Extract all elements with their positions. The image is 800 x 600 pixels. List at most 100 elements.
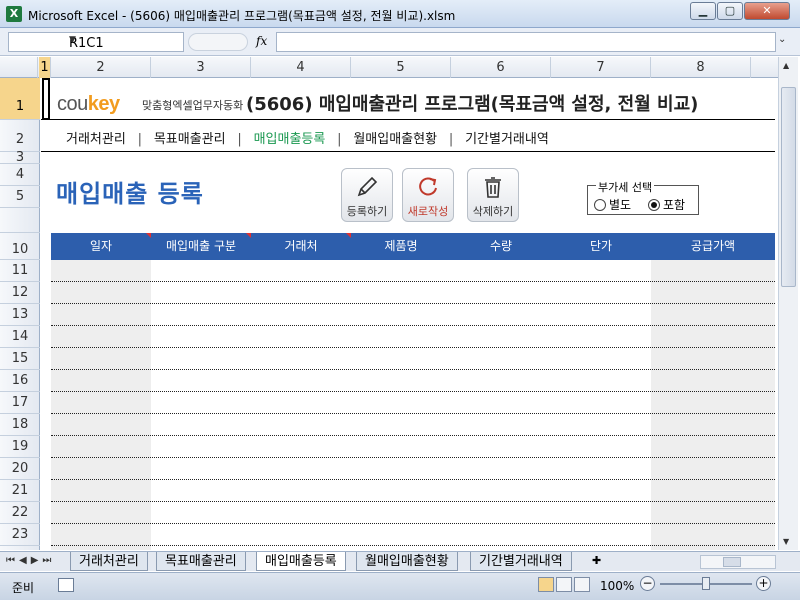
name-box[interactable]: R1C1 ▼ <box>8 32 184 52</box>
table-row[interactable] <box>51 524 775 546</box>
brand-logo-part-a: cou <box>57 93 88 115</box>
row-header-1[interactable]: 1 <box>0 78 40 120</box>
column-header-7[interactable]: 7 <box>551 57 651 78</box>
table-row[interactable] <box>51 370 775 392</box>
formula-input[interactable] <box>276 32 776 52</box>
vertical-scrollbar[interactable]: ▲ ▼ <box>778 57 798 550</box>
table-row[interactable] <box>51 304 775 326</box>
table-row[interactable] <box>51 458 775 480</box>
row-header-10[interactable]: 10 <box>0 233 40 260</box>
row-header-3[interactable]: 3 <box>0 151 40 164</box>
brand-tagline: 맞춤형엑셀업무자동화 <box>142 99 244 112</box>
minimize-button[interactable]: ▁ <box>690 2 716 20</box>
divider <box>41 151 775 152</box>
menu-separator: | <box>337 132 342 147</box>
row-header-21[interactable]: 21 <box>0 480 40 502</box>
header-quantity: 수량 <box>489 239 513 253</box>
column-header-4[interactable]: 4 <box>251 57 351 78</box>
comment-marker-triangle <box>146 233 151 238</box>
tab-clients[interactable]: 거래처관리 <box>70 552 148 571</box>
zoom-slider-thumb[interactable] <box>702 577 710 590</box>
table-row[interactable] <box>51 326 775 348</box>
new-button[interactable]: 새로작성 <box>402 168 454 222</box>
scrollbar-thumb[interactable] <box>781 87 796 287</box>
register-button-label: 등록하기 <box>346 205 388 218</box>
radio-checked-icon[interactable] <box>648 199 660 211</box>
tab-target-sales[interactable]: 목표매출관리 <box>156 552 246 571</box>
table-row[interactable] <box>51 436 775 458</box>
chevron-down-icon[interactable]: ▼ <box>69 35 179 45</box>
column-header-3[interactable]: 3 <box>151 57 251 78</box>
page-break-view-icon[interactable] <box>574 577 590 592</box>
macro-record-icon[interactable] <box>58 578 74 592</box>
row-header-14[interactable]: 14 <box>0 326 40 348</box>
row-header-18[interactable]: 18 <box>0 414 40 436</box>
table-row[interactable] <box>51 348 775 370</box>
horizontal-scrollbar[interactable] <box>700 555 776 569</box>
brand-logo-part-b: key <box>87 93 120 115</box>
program-title: (5606) 매입매출관리 프로그램(목표금액 설정, 전월 비교) <box>246 94 699 115</box>
zoom-out-icon[interactable]: − <box>640 576 655 591</box>
maximize-button[interactable]: ▢ <box>717 2 743 20</box>
row-header-20[interactable]: 20 <box>0 458 40 480</box>
close-button[interactable]: ✕ <box>744 2 790 20</box>
menu-item-register[interactable]: 매입매출등록 <box>254 128 326 147</box>
tab-period-history[interactable]: 기간별거래내역 <box>470 552 572 571</box>
expand-formula-icon[interactable]: ⌄ <box>778 34 786 45</box>
row-header-5[interactable]: 5 <box>0 186 40 208</box>
brand-logo: coukey <box>57 93 120 116</box>
column-header-1[interactable]: 1 <box>39 57 51 78</box>
active-cell[interactable] <box>42 78 50 120</box>
table-row[interactable] <box>51 502 775 524</box>
row-header-12[interactable]: 12 <box>0 282 40 304</box>
row-header-13[interactable]: 13 <box>0 304 40 326</box>
row-header-11[interactable]: 11 <box>0 260 40 282</box>
row-header-15[interactable]: 15 <box>0 348 40 370</box>
row-header-17[interactable]: 17 <box>0 392 40 414</box>
table-body[interactable] <box>51 260 775 550</box>
function-icon[interactable]: fx <box>256 34 267 48</box>
column-header-5[interactable]: 5 <box>351 57 451 78</box>
menu-item-period-history[interactable]: 기간별거래내역 <box>465 128 549 147</box>
insert-sheet-icon[interactable]: ✚ <box>592 554 610 569</box>
column-header-8[interactable]: 8 <box>651 57 751 78</box>
menu-item-clients[interactable]: 거래처관리 <box>66 128 126 147</box>
tab-monthly-status[interactable]: 월매입매출현황 <box>356 552 458 571</box>
excel-icon[interactable]: X <box>6 6 22 22</box>
horizontal-scrollbar-thumb[interactable] <box>723 557 741 567</box>
register-button[interactable]: 등록하기 <box>341 168 393 222</box>
menu-item-monthly-status[interactable]: 월매입매출현황 <box>353 128 437 147</box>
tab-scroll-arrows-icon[interactable]: ⏮◀▶⏭ <box>6 555 55 566</box>
menu-item-target-sales[interactable]: 목표매출관리 <box>154 128 226 147</box>
row-header-19[interactable]: 19 <box>0 436 40 458</box>
row-header-22[interactable]: 22 <box>0 502 40 524</box>
select-all-corner[interactable] <box>0 57 38 78</box>
zoom-level[interactable]: 100% <box>600 579 634 593</box>
table-row[interactable] <box>51 414 775 436</box>
row-header-23[interactable]: 23 <box>0 524 40 546</box>
vat-option-included[interactable]: 포함 <box>648 196 685 213</box>
status-ready: 준비 <box>12 581 35 595</box>
tab-register[interactable]: 매입매출등록 <box>256 552 346 571</box>
zoom-in-icon[interactable]: + <box>756 576 771 591</box>
vat-option-separate[interactable]: 별도 <box>594 196 631 213</box>
normal-view-icon[interactable] <box>538 577 554 592</box>
column-header-6[interactable]: 6 <box>451 57 551 78</box>
table-row[interactable] <box>51 392 775 414</box>
row-header-2[interactable]: 2 <box>0 120 40 152</box>
formula-controls[interactable] <box>188 33 248 51</box>
row-header-4[interactable]: 4 <box>0 164 40 186</box>
trash-icon <box>485 177 501 198</box>
row-header-16[interactable]: 16 <box>0 370 40 392</box>
column-header-2[interactable]: 2 <box>51 57 151 78</box>
scroll-down-icon[interactable]: ▼ <box>783 537 789 546</box>
table-row[interactable] <box>51 480 775 502</box>
table-row[interactable] <box>51 282 775 304</box>
header-product: 제품명 <box>384 239 418 253</box>
table-row[interactable] <box>51 260 775 282</box>
scroll-up-icon[interactable]: ▲ <box>783 61 789 70</box>
pencil-icon <box>357 176 378 197</box>
delete-button[interactable]: 삭제하기 <box>467 168 519 222</box>
page-layout-view-icon[interactable] <box>556 577 572 592</box>
radio-unchecked-icon[interactable] <box>594 199 606 211</box>
